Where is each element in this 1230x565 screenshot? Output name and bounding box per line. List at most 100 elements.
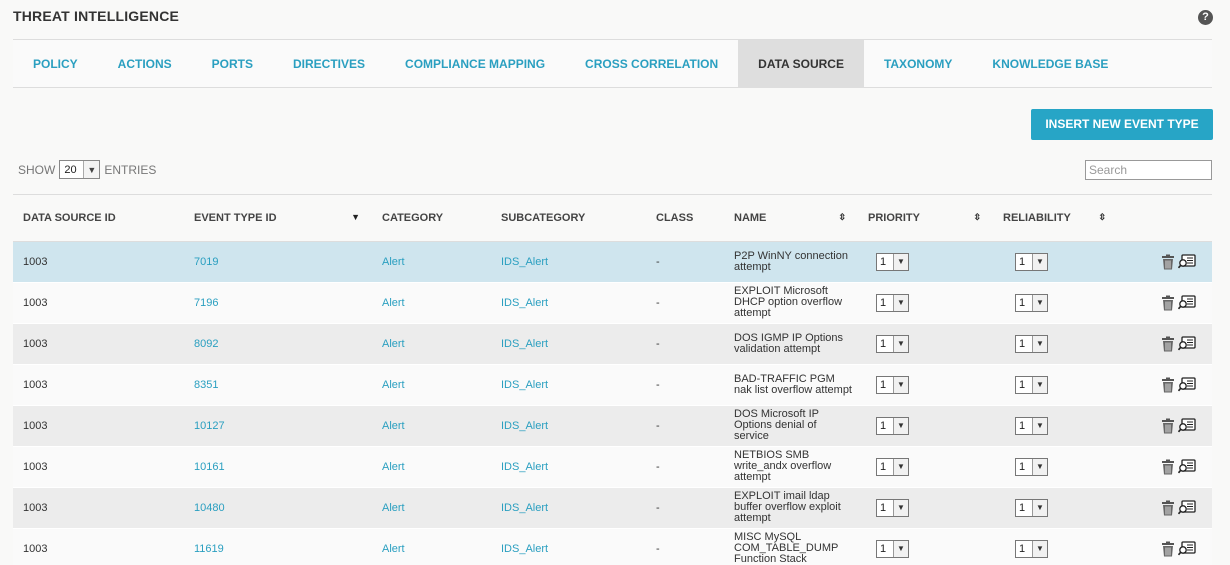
table-row[interactable]: 1003 10127 Alert IDS_Alert - DOS Microsoft IP… bbox=[13, 405, 1212, 447]
table-row[interactable]: 1003 11619 Alert IDS_Alert - MISC MySQL COM_T… bbox=[13, 528, 1212, 565]
trash-icon[interactable] bbox=[1161, 500, 1175, 516]
edit-icon[interactable] bbox=[1178, 377, 1196, 392]
insert-new-event-type-button[interactable]: INSERT NEW EVENT TYPE bbox=[1031, 109, 1213, 140]
subcategory-link[interactable]: IDS_Alert bbox=[501, 338, 548, 350]
class-cell: - bbox=[646, 446, 724, 488]
column-header-category[interactable]: CATEGORY bbox=[372, 195, 491, 242]
column-header-name[interactable]: NAME ⇳ bbox=[724, 195, 858, 242]
category-cell: Alert bbox=[372, 487, 491, 529]
trash-icon[interactable] bbox=[1161, 377, 1175, 393]
reliability-select[interactable]: 1 ▼ bbox=[1015, 252, 1048, 271]
table-row[interactable]: 1003 10480 Alert IDS_Alert - EXPLOIT imail ld… bbox=[13, 487, 1212, 529]
trash-icon[interactable] bbox=[1161, 295, 1175, 311]
reliability-select[interactable]: 1 ▼ bbox=[1015, 334, 1048, 353]
subcategory-link[interactable]: IDS_Alert bbox=[501, 461, 548, 473]
tab-ports[interactable]: PORTS bbox=[192, 40, 273, 88]
event-type-id-link[interactable]: 7019 bbox=[194, 256, 218, 268]
reliability-cell: 1 ▼ bbox=[993, 528, 1118, 565]
column-header-class[interactable]: CLASS bbox=[646, 195, 724, 242]
trash-icon[interactable] bbox=[1161, 336, 1175, 352]
sort-both-icon[interactable]: ⇳ bbox=[838, 212, 846, 223]
subcategory-link[interactable]: IDS_Alert bbox=[501, 256, 548, 268]
column-header-priority[interactable]: PRIORITY ⇳ bbox=[858, 195, 993, 242]
column-header-event-type-id[interactable]: EVENT TYPE ID ▼ bbox=[184, 195, 372, 242]
priority-select[interactable]: 1 ▼ bbox=[876, 293, 909, 312]
edit-icon[interactable] bbox=[1178, 418, 1196, 433]
edit-icon[interactable] bbox=[1178, 459, 1196, 474]
priority-select[interactable]: 1 ▼ bbox=[876, 539, 909, 558]
data-source-id-cell: 1003 bbox=[13, 364, 184, 406]
edit-icon[interactable] bbox=[1178, 541, 1196, 556]
tab-taxonomy[interactable]: TAXONOMY bbox=[864, 40, 972, 88]
event-type-id-link[interactable]: 8351 bbox=[194, 379, 218, 391]
sort-desc-icon[interactable]: ▼ bbox=[351, 212, 360, 222]
category-link[interactable]: Alert bbox=[382, 379, 405, 391]
reliability-select[interactable]: 1 ▼ bbox=[1015, 375, 1048, 394]
priority-select[interactable]: 1 ▼ bbox=[876, 334, 909, 353]
reliability-select[interactable]: 1 ▼ bbox=[1015, 498, 1048, 517]
column-header-reliability[interactable]: RELIABILITY ⇳ bbox=[993, 195, 1118, 242]
sort-both-icon[interactable]: ⇳ bbox=[1098, 212, 1106, 223]
event-type-id-link[interactable]: 10161 bbox=[194, 461, 225, 473]
column-header-label: CATEGORY bbox=[382, 211, 444, 224]
tab-directives[interactable]: DIRECTIVES bbox=[273, 40, 385, 88]
priority-cell: 1 ▼ bbox=[858, 405, 993, 447]
table-row[interactable]: 1003 8351 Alert IDS_Alert - BAD-TRAFFIC PGM n… bbox=[13, 364, 1212, 406]
event-type-id-link[interactable]: 10480 bbox=[194, 502, 225, 514]
actions-cell bbox=[1118, 487, 1212, 529]
event-type-id-link[interactable]: 8092 bbox=[194, 338, 218, 350]
tab-cross-correlation[interactable]: CROSS CORRELATION bbox=[565, 40, 738, 88]
data-source-id-cell: 1003 bbox=[13, 323, 184, 365]
trash-icon[interactable] bbox=[1161, 254, 1175, 270]
subcategory-link[interactable]: IDS_Alert bbox=[501, 379, 548, 391]
priority-select[interactable]: 1 ▼ bbox=[876, 375, 909, 394]
chevron-down-icon: ▼ bbox=[83, 161, 100, 178]
tab-knowledge-base[interactable]: KNOWLEDGE BASE bbox=[972, 40, 1128, 88]
edit-icon[interactable] bbox=[1178, 295, 1196, 310]
subcategory-link[interactable]: IDS_Alert bbox=[501, 420, 548, 432]
reliability-select[interactable]: 1 ▼ bbox=[1015, 539, 1048, 558]
priority-select[interactable]: 1 ▼ bbox=[876, 498, 909, 517]
column-header-label: SUBCATEGORY bbox=[501, 211, 586, 224]
priority-select[interactable]: 1 ▼ bbox=[876, 416, 909, 435]
table-row[interactable]: 1003 7196 Alert IDS_Alert - EXPLOIT Microsoft… bbox=[13, 282, 1212, 324]
category-link[interactable]: Alert bbox=[382, 297, 405, 309]
sort-both-icon[interactable]: ⇳ bbox=[973, 212, 981, 223]
category-link[interactable]: Alert bbox=[382, 461, 405, 473]
table-row[interactable]: 1003 10161 Alert IDS_Alert - NETBIOS SMB writ… bbox=[13, 446, 1212, 488]
entries-select[interactable]: 20 ▼ bbox=[59, 160, 101, 179]
subcategory-link[interactable]: IDS_Alert bbox=[501, 502, 548, 514]
event-type-id-link[interactable]: 11619 bbox=[194, 543, 224, 555]
reliability-select[interactable]: 1 ▼ bbox=[1015, 457, 1048, 476]
category-link[interactable]: Alert bbox=[382, 256, 405, 268]
category-link[interactable]: Alert bbox=[382, 338, 405, 350]
edit-icon[interactable] bbox=[1178, 336, 1196, 351]
reliability-select[interactable]: 1 ▼ bbox=[1015, 293, 1048, 312]
subcategory-link[interactable]: IDS_Alert bbox=[501, 543, 548, 555]
tab-data-source[interactable]: DATA SOURCE bbox=[738, 40, 864, 88]
table-row[interactable]: 1003 7019 Alert IDS_Alert - P2P WinNY connect… bbox=[13, 241, 1212, 283]
priority-select[interactable]: 1 ▼ bbox=[876, 457, 909, 476]
edit-icon[interactable] bbox=[1178, 254, 1196, 269]
table-row[interactable]: 1003 8092 Alert IDS_Alert - DOS IGMP IP Optio… bbox=[13, 323, 1212, 365]
event-type-id-link[interactable]: 7196 bbox=[194, 297, 218, 309]
subcategory-link[interactable]: IDS_Alert bbox=[501, 297, 548, 309]
help-icon[interactable]: ? bbox=[1198, 10, 1213, 25]
priority-select[interactable]: 1 ▼ bbox=[876, 252, 909, 271]
category-cell: Alert bbox=[372, 323, 491, 365]
tab-compliance-mapping[interactable]: COMPLIANCE MAPPING bbox=[385, 40, 565, 88]
reliability-select[interactable]: 1 ▼ bbox=[1015, 416, 1048, 435]
search-input[interactable] bbox=[1085, 160, 1212, 180]
category-link[interactable]: Alert bbox=[382, 420, 405, 432]
edit-icon[interactable] bbox=[1178, 500, 1196, 515]
column-header-subcategory[interactable]: SUBCATEGORY bbox=[491, 195, 646, 242]
category-link[interactable]: Alert bbox=[382, 543, 405, 555]
event-type-id-link[interactable]: 10127 bbox=[194, 420, 225, 432]
trash-icon[interactable] bbox=[1161, 418, 1175, 434]
trash-icon[interactable] bbox=[1161, 459, 1175, 475]
tab-actions[interactable]: ACTIONS bbox=[98, 40, 192, 88]
trash-icon[interactable] bbox=[1161, 541, 1175, 557]
column-header-data-source-id[interactable]: DATA SOURCE ID bbox=[13, 195, 184, 242]
tab-policy[interactable]: POLICY bbox=[13, 40, 98, 88]
category-link[interactable]: Alert bbox=[382, 502, 405, 514]
